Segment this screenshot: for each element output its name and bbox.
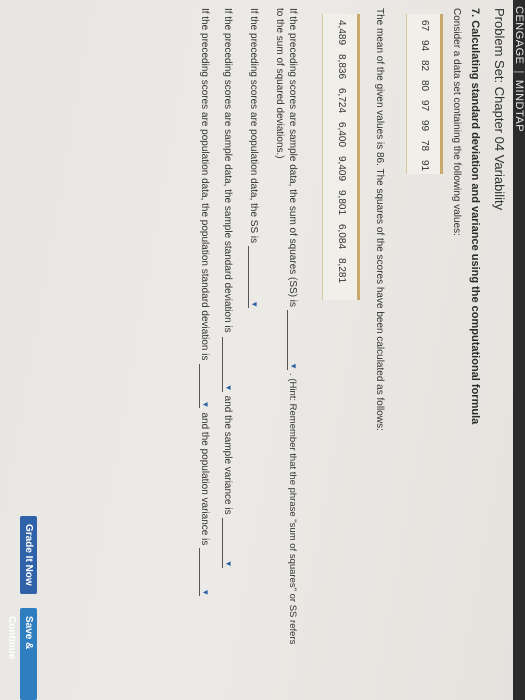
square-value: 9,409	[336, 156, 347, 182]
sample-sd-label: If the preceding scores are sample data,…	[222, 8, 234, 333]
population-variance-label: and the population variance is	[199, 412, 211, 546]
mean-text: The mean of the given values is 86. The …	[374, 8, 385, 431]
sample-ss-label: If the preceding scores are sample data,…	[287, 8, 299, 308]
intro-text: Consider a data set containing the follo…	[451, 8, 462, 236]
chevron-down-icon: ▼	[201, 588, 210, 597]
screen-photo: CENGAGE | MINDTAP Problem Set: Chapter 04 …	[0, 0, 525, 700]
brand-logo: CENGAGE	[513, 6, 525, 65]
sample-variance-dropdown[interactable]: ▼	[222, 517, 234, 568]
square-value: 6,400	[336, 122, 347, 148]
square-value: 4,489	[336, 20, 347, 46]
chevron-down-icon: ▼	[224, 559, 233, 568]
save-continue-button[interactable]: Save & Continue	[6, 608, 37, 700]
data-values-table: 67 94 82 80 97 99 78 91	[406, 14, 443, 174]
squares-table: 4,489 8,836 6,724 6,400 9,409 9,801 6,08…	[322, 14, 360, 300]
problem-set-title: Problem Set: Chapter 04 Variability	[492, 8, 507, 211]
data-value: 67	[419, 20, 430, 32]
chevron-down-icon: ▼	[289, 362, 298, 371]
population-ss-label: If the preceding scores are population d…	[248, 8, 260, 244]
data-value: 78	[419, 140, 430, 152]
data-value: 97	[419, 100, 430, 112]
square-value: 9,801	[336, 190, 347, 216]
product-name: MINDTAP	[513, 79, 525, 133]
sample-sd-dropdown[interactable]: ▼	[222, 336, 234, 392]
square-value: 8,836	[336, 54, 347, 80]
data-value: 91	[419, 160, 430, 172]
data-value: 99	[419, 120, 430, 132]
population-sd-label: If the preceding scores are population d…	[199, 8, 211, 361]
square-value: 6,084	[336, 224, 347, 250]
population-ss-dropdown[interactable]: ▼	[248, 246, 260, 309]
data-value: 80	[419, 80, 430, 92]
population-sd-dropdown[interactable]: ▼	[199, 364, 211, 409]
hint-continuation: to the sum of squared deviations.)	[274, 8, 285, 159]
sample-ss-question: If the preceding scores are sample data,…	[287, 8, 299, 644]
hint-text: . (Hint: Remember that the phrase "sum o…	[287, 373, 299, 645]
data-value: 82	[419, 60, 430, 72]
population-variance-dropdown[interactable]: ▼	[199, 548, 211, 597]
chevron-down-icon: ▼	[224, 383, 233, 392]
chevron-down-icon: ▼	[250, 300, 259, 309]
square-value: 8,281	[336, 258, 347, 284]
chevron-down-icon: ▼	[201, 400, 210, 409]
square-value: 6,724	[336, 88, 347, 114]
header-separator: |	[513, 70, 525, 74]
sample-sd-question: If the preceding scores are sample data,…	[222, 8, 234, 568]
data-value: 94	[419, 40, 430, 52]
sample-ss-dropdown[interactable]: ▼	[287, 310, 299, 371]
population-sd-question: If the preceding scores are population d…	[199, 8, 211, 597]
grade-it-now-button[interactable]: Grade It Now	[20, 516, 37, 594]
problem-page: CENGAGE | MINDTAP Problem Set: Chapter 04 …	[0, 0, 525, 700]
question-heading: 7. Calculating standard deviation and va…	[469, 8, 481, 425]
app-header: CENGAGE | MINDTAP	[513, 0, 525, 700]
sample-variance-label: and the sample variance is	[222, 395, 234, 515]
population-ss-question: If the preceding scores are population d…	[248, 8, 260, 309]
